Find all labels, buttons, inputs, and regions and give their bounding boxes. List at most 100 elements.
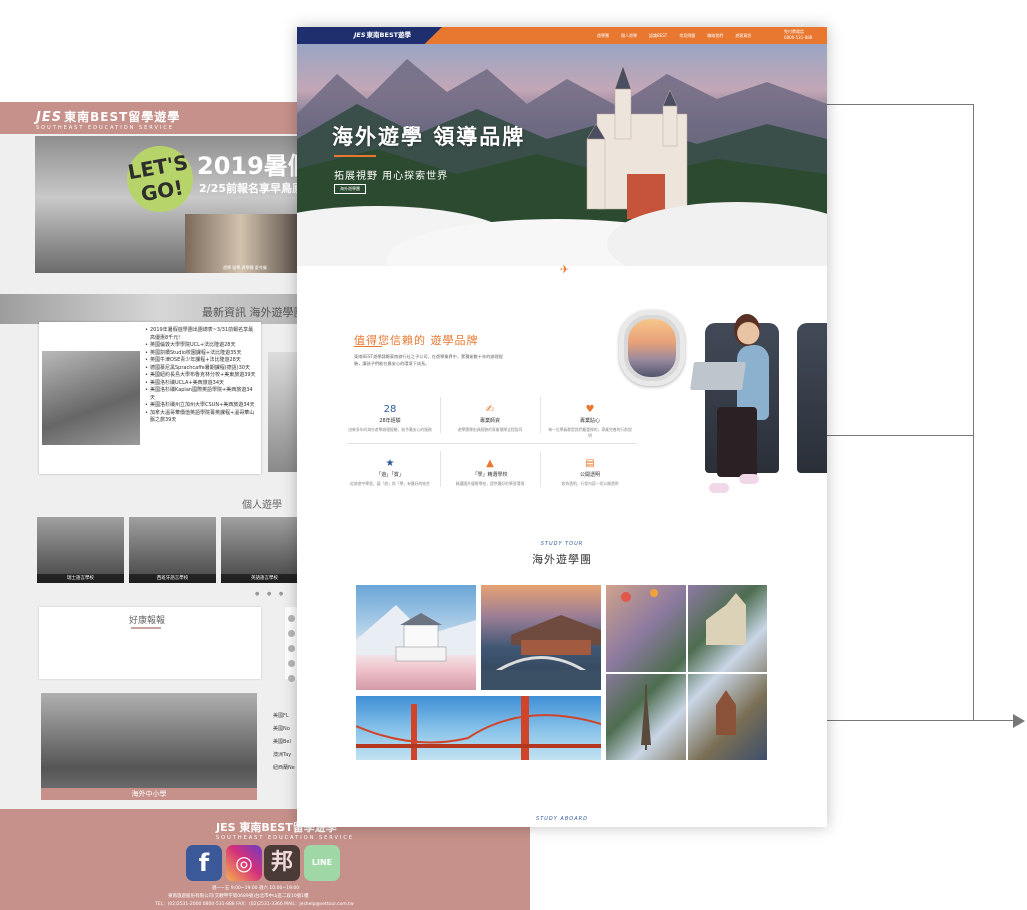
nav-item[interactable]: 認識BEST [649, 27, 667, 44]
feature-item: ▲ 「學」精選學校 精選國外優質學校，提供最好的學習環境 [447, 451, 533, 487]
shoe-icon [739, 474, 759, 484]
traveler-legs [717, 407, 757, 477]
news-item[interactable]: 德國慕尼黑Sprachcaffe暑期課程(德語)30天 [145, 365, 257, 373]
old-logo[interactable]: JES 東南BEST留學遊學 SOUTHEAST EDUCATION SERVIC… [36, 108, 180, 131]
nav-menu: 遊學團 個人遊學 認識BEST 常見問題 聯絡我們 遊客資訊 [597, 27, 763, 44]
line-icon[interactable]: LINE [304, 845, 340, 881]
feature-item: 28 28年經驗 由來多年的海外遊學辦理經驗，給予最安心的服務 [347, 397, 433, 433]
new-website-screenshot: JES東南BEST遊學 遊學團 個人遊學 認識BEST 常見問題 聯絡我們 遊客資訊 免付… [297, 27, 827, 827]
news-title: 最新資訊 海外遊學團 [202, 306, 305, 319]
feature-desc: 從旅遊中學習，讓「遊」與「學」有最好的結合 [350, 481, 430, 486]
school-thumb[interactable]: 英語語言學校 [221, 517, 308, 583]
seat-illustration [797, 323, 827, 473]
kids-list-item[interactable]: 紐西蘭Ne [273, 762, 295, 775]
news-item[interactable]: 美國洛杉磯Kaplan國際英語學院+美西旅遊34天 [145, 387, 257, 402]
banner-title: 2019暑假 [197, 152, 297, 180]
personal-section-title: 個人遊學 [242, 500, 282, 511]
feature-desc: 精選國外優質學校，提供最好的學習環境 [455, 481, 525, 486]
news-list: 2019年暑假遊學團出團總表~3/31前報名享最高優惠8千元!英國倫敦大學學院U… [145, 327, 257, 425]
divider [540, 451, 541, 487]
news-item[interactable]: 加拿大溫哥華價值英語學院菁英課程+溫哥華山脈之旅39天 [145, 410, 257, 425]
feature-title: 「學」精選學校 [472, 472, 508, 478]
connector-arrow-line [817, 720, 1015, 721]
banner-caption: 遊學 留學 遊學團 夏令營 [223, 265, 267, 270]
airplane-icon: ✈ [560, 263, 570, 276]
divider [347, 443, 637, 444]
carousel-dots[interactable]: ● ● ● [255, 591, 286, 597]
tile-korea-temple[interactable] [481, 585, 601, 690]
divider [540, 397, 541, 433]
feature-desc: 收費透明，行程內容一切公開透明 [561, 481, 619, 486]
kids-list-item[interactable]: 澳洲Tay [273, 749, 295, 762]
banner-subtitle: 2/25前報名享早鳥原價 [199, 182, 297, 195]
haokang-title: 好康報報 [129, 616, 166, 626]
feature-title: 「遊」「賞」 [376, 472, 404, 478]
study-tour-title: 海外遊學團 [532, 553, 592, 566]
hero-subtitle: 拓展視野 用心探索世界 [334, 171, 449, 182]
nav-item[interactable]: 個人遊學 [621, 27, 637, 44]
news-item[interactable]: 美國洛杉磯UCLA+美西旅遊34天 [145, 380, 257, 388]
news-item[interactable]: 2019年暑假遊學團出團總表~3/31前報名享最高優惠8千元! [145, 327, 257, 342]
footer-hours: 週一~五 9:00~19:00 週六 10:00~19:00 [212, 886, 300, 891]
feature-desc: 每一位學員都是我們最重視的，專業完善的行前說明 [548, 427, 632, 438]
kids-list-item[interactable]: 美國Bel [273, 736, 295, 749]
bang-icon[interactable]: 邦 [264, 845, 300, 881]
kids-list-item[interactable]: 美國FL [273, 710, 295, 723]
lets-go-badge: LET'S GO! [121, 140, 199, 218]
thumb-label: 瑞士語言學校 [37, 574, 124, 583]
shoe-icon [709, 483, 729, 493]
social-strip [285, 607, 297, 682]
feature-desc: 由來多年的海外遊學辦理經驗，給予最安心的服務 [348, 427, 432, 432]
group-photo [42, 351, 140, 445]
nav-item[interactable]: 聯絡我們 [707, 27, 723, 44]
instagram-icon[interactable]: ◎ [226, 845, 262, 881]
laptop-icon [690, 362, 746, 390]
title-underline [131, 627, 161, 629]
nav-item[interactable]: 遊客資訊 [735, 27, 751, 44]
tile-japan-castle[interactable] [356, 585, 476, 690]
feature-title: 28年經驗 [379, 418, 401, 424]
nav-item[interactable]: 常見問題 [679, 27, 695, 44]
hero-title: 海外遊學 領導品牌 [332, 125, 526, 149]
traveler-head [734, 314, 760, 346]
feature-item: ♥ 專業貼心 每一位學員都是我們最重視的，專業完善的行前說明 [547, 397, 633, 439]
news-item[interactable]: 英國劍橋Studio校園課程+法比隆遊35天 [145, 350, 257, 358]
side-photo [268, 352, 297, 472]
connector-mid [826, 435, 974, 436]
arrow-right-icon [1013, 714, 1025, 728]
facebook-icon[interactable]: f [186, 845, 222, 881]
heart-icon: ♥ [585, 404, 595, 415]
trust-paragraph: 東南BEST遊學隸屬東南旅行社之子公司，在遊學業界中，累積逾數十年的辦理經驗，讓… [354, 354, 503, 366]
news-item[interactable]: 美國紐約長島大學布魯克林分校+美東旅遊39天 [145, 372, 257, 380]
feature-title: 公開透明 [579, 472, 600, 478]
kids-label[interactable]: 海外中小學 [41, 788, 257, 800]
thumb-label: 西班牙語言學校 [129, 574, 216, 583]
school-thumb[interactable]: 瑞士語言學校 [37, 517, 124, 583]
top-nav: JES東南BEST遊學 遊學團 個人遊學 認識BEST 常見問題 聯絡我們 遊客資訊 免付… [297, 27, 827, 44]
news-item[interactable]: 英國倫敦大學學院UCL+法比隆遊28天 [145, 342, 257, 350]
document-icon: ▤ [585, 458, 595, 469]
connector-vertical [973, 104, 974, 721]
feature-desc: 遊學團隊由具經驗的專業領隊全程陪同 [457, 427, 523, 432]
news-item[interactable]: 美國洛杉磯州立加州大學CSUN+美西旅遊34天 [145, 402, 257, 410]
nav-item[interactable]: 遊學團 [597, 27, 609, 44]
brand-logo[interactable]: JES東南BEST遊學 [297, 27, 442, 44]
hotline[interactable]: 免付費電話 0800-531-888 [784, 29, 812, 41]
footer-address: 東南旅遊股份有限公司(交觀甲字第0689號)台北市中山區二段10號1樓 [168, 894, 309, 899]
old-banner[interactable]: LET'S GO! 2019暑假 2/25前報名享早鳥原價 遊學 留學 遊學團 … [35, 136, 297, 273]
news-item[interactable]: 英國牛津OSE青少年課程+法比隆遊28天 [145, 357, 257, 365]
kids-photo[interactable] [41, 693, 257, 800]
star-icon: ★ [385, 458, 395, 469]
study-tour-tag: STUDY TOUR [540, 541, 584, 547]
hero-button[interactable]: 海外遊學團 [334, 184, 366, 194]
tile-golden-gate-bridge[interactable] [356, 696, 601, 760]
divider [440, 397, 441, 433]
thumb-label: 英語語言學校 [221, 574, 308, 583]
hero-title-underline [334, 155, 376, 157]
footer-contact: TEL：(02)2531-2000 0800-531-888 FAX：(02)2… [155, 902, 354, 907]
school-thumb[interactable]: 西班牙語言學校 [129, 517, 216, 583]
kids-list-item[interactable]: 美國No [273, 723, 295, 736]
kids-list: 美國FL 美國No 美國Bel 澳洲Tay 紐西蘭Ne [273, 710, 295, 775]
news-box: 2019年暑假遊學團出團總表~3/31前報名享最高優惠8千元!英國倫敦大學學院U… [39, 322, 261, 474]
tile-europe-collage[interactable] [606, 585, 767, 760]
